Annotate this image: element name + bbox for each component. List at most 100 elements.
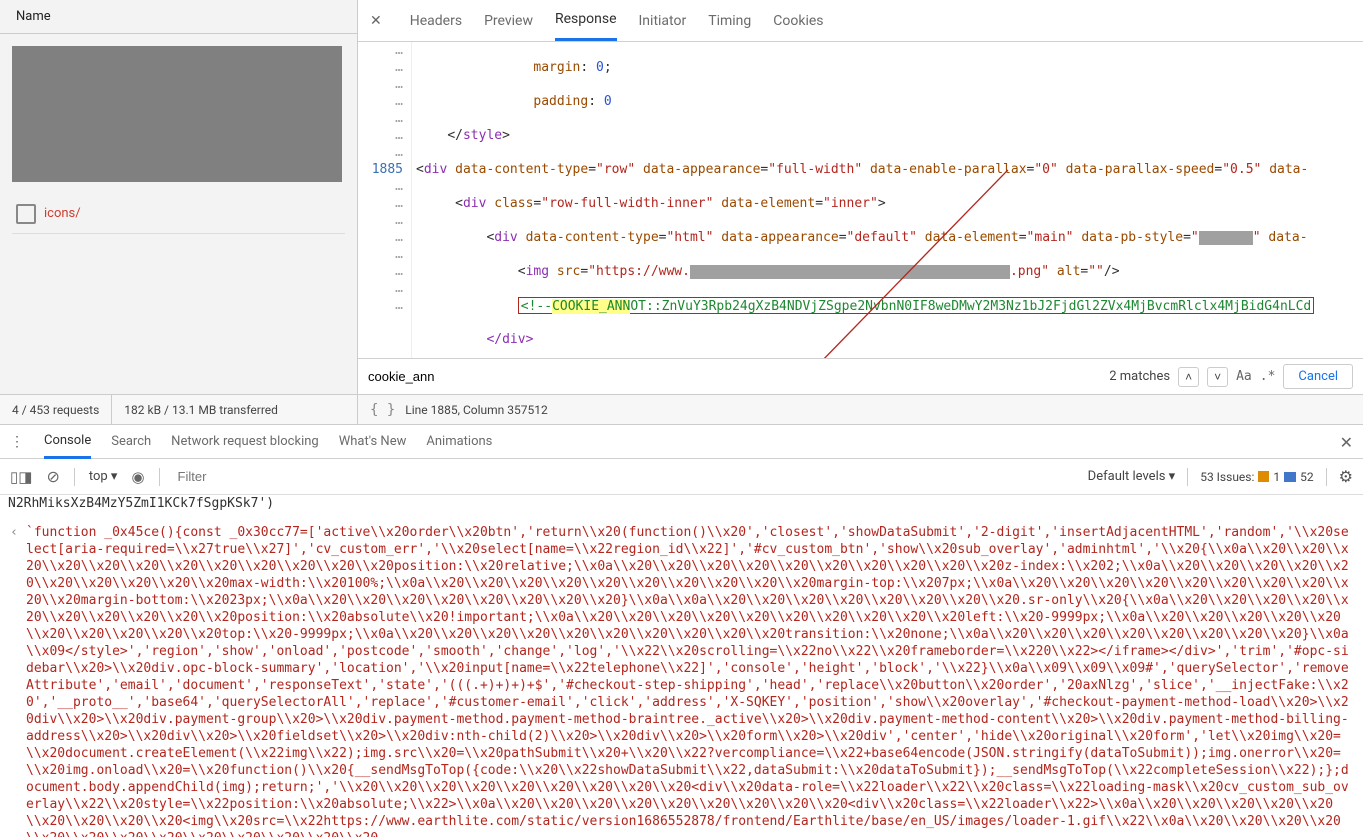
code-token: data-element (721, 196, 815, 211)
highlighted-cookie-comment: <!--COOKIE_ANNOT::ZnVuY3Rpb24gXzB4NDVjZS… (518, 297, 1315, 314)
levels-label: Default levels (1088, 469, 1166, 484)
search-next-button[interactable]: ˅ (1207, 367, 1228, 387)
code-token: class (494, 196, 533, 211)
tab-initiator[interactable]: Initiator (639, 2, 687, 40)
drawer-tab-whatsnew[interactable]: What's New (339, 426, 407, 457)
code-token: data-pb-style (1081, 230, 1183, 245)
console-error-text: `function _0x45ce(){const _0x30cc77=['ac… (26, 524, 1355, 837)
code-token: < (416, 162, 424, 177)
response-code-view[interactable]: …………………1885…………………… margin: 0; padding: … (358, 42, 1363, 358)
log-levels-selector[interactable]: Default levels ▾ (1088, 469, 1176, 484)
search-matches: 2 matches (1109, 369, 1170, 384)
sidebar-toggle-icon[interactable]: ▯◨ (10, 468, 32, 486)
drawer-tab-console[interactable]: Console (44, 425, 91, 459)
code-token: alt (1057, 264, 1080, 279)
code-token: data-appearance (721, 230, 838, 245)
gear-icon[interactable]: ⚙ (1339, 467, 1353, 486)
code-token: data-content-type (526, 230, 659, 245)
info-badge-icon (1284, 472, 1296, 482)
tab-cookies[interactable]: Cookies (773, 2, 823, 40)
response-status-bar: { } Line 1885, Column 357512 (358, 394, 1363, 424)
response-search-bar: 2 matches ˄ ˅ Aa .* Cancel (358, 358, 1363, 394)
code-token: "" (1088, 264, 1104, 279)
cancel-button[interactable]: Cancel (1283, 364, 1353, 389)
code-token: data- (1268, 230, 1307, 245)
issues-err-count: 1 (1273, 470, 1280, 484)
code-token: > (502, 128, 510, 143)
drawer-tab-search[interactable]: Search (111, 426, 151, 457)
redacted-block (690, 265, 1010, 279)
code-token: data-element (925, 230, 1019, 245)
separator (74, 468, 75, 486)
code-token: "0.5" (1222, 162, 1261, 177)
tab-timing[interactable]: Timing (708, 2, 751, 40)
request-preview-thumbnail[interactable] (12, 46, 342, 182)
request-list-body: icons/ (0, 34, 357, 394)
console-output[interactable]: N2RhMiksXzB4MzY5ZmI1KCk7fSgpKSk7') ‹ `fu… (0, 495, 1363, 837)
code-token: style (463, 128, 502, 143)
issues-counter[interactable]: 53 Issues: 1 52 (1200, 470, 1313, 484)
separator (159, 468, 160, 486)
search-input[interactable] (358, 363, 1109, 390)
code-token: data-content-type (455, 162, 588, 177)
regex-toggle[interactable]: .* (1260, 369, 1276, 384)
status-transfer: 182 kB / 13.1 MB transferred (112, 395, 290, 424)
code-token: </ (447, 128, 463, 143)
code-token: 0 (596, 60, 604, 75)
context-selector[interactable]: top ▾ (89, 469, 118, 484)
code-token: img (526, 264, 549, 279)
code-token: 0 (604, 94, 612, 109)
console-drawer: ⋮ Console Search Network request blockin… (0, 425, 1363, 837)
drawer-tabs: ⋮ Console Search Network request blockin… (0, 425, 1363, 459)
code-token: padding (533, 94, 588, 109)
search-prev-button[interactable]: ˄ (1178, 367, 1199, 387)
search-match: COOKIE_ANN (552, 299, 630, 314)
context-label: top (89, 469, 108, 484)
checkbox-icon[interactable] (16, 204, 36, 224)
code-token: div (424, 162, 447, 177)
code-token: "inner" (823, 196, 878, 211)
response-panel: ✕ Headers Preview Response Initiator Tim… (358, 0, 1363, 424)
line-gutter: …………………1885…………………… (358, 42, 412, 358)
issues-label: 53 Issues: (1200, 470, 1254, 484)
console-line-clipped: N2RhMiksXzB4MzY5ZmI1KCk7fSgpKSk7') (8, 495, 1355, 512)
more-icon[interactable]: ⋮ (10, 434, 24, 450)
code-token: OT::ZnVuY3Rpb24gXzB4NDVjZSgpe2NvbnN0IF8w… (630, 299, 1311, 314)
separator (1326, 468, 1327, 486)
drawer-tab-network-blocking[interactable]: Network request blocking (171, 426, 319, 457)
list-header-name[interactable]: Name (0, 0, 357, 34)
code-token: .png" (1010, 264, 1049, 279)
match-case-toggle[interactable]: Aa (1236, 369, 1252, 384)
code-token: "main" (1027, 230, 1074, 245)
redacted-block (1199, 231, 1253, 245)
live-expression-icon[interactable]: ◉ (131, 468, 144, 486)
code-token: data-appearance (643, 162, 760, 177)
close-icon[interactable]: ✕ (370, 13, 388, 29)
code-token: data- (1269, 162, 1308, 177)
status-requests: 4 / 453 requests (0, 395, 112, 424)
error-badge-icon (1258, 471, 1269, 482)
drawer-tab-animations[interactable]: Animations (426, 426, 492, 457)
network-status-bar: 4 / 453 requests 182 kB / 13.1 MB transf… (0, 394, 357, 424)
code-token: <!-- (521, 299, 552, 314)
code-token: "https://www. (588, 264, 690, 279)
console-filter-input[interactable] (174, 465, 1074, 488)
request-row-icons[interactable]: icons/ (12, 194, 345, 234)
cursor-location: Line 1885, Column 357512 (405, 403, 547, 417)
tab-response[interactable]: Response (555, 0, 617, 41)
console-error-block: ‹ `function _0x45ce(){const _0x30cc77=['… (8, 524, 1355, 837)
code-token: div (494, 230, 517, 245)
issues-info-count: 52 (1300, 470, 1314, 484)
tab-headers[interactable]: Headers (410, 2, 462, 40)
code-lines[interactable]: margin: 0; padding: 0 </style> <div data… (412, 42, 1363, 358)
clear-console-icon[interactable]: ⊘ (46, 467, 59, 486)
code-token: data-enable-parallax (870, 162, 1027, 177)
tab-preview[interactable]: Preview (484, 2, 533, 40)
drawer-close-icon[interactable]: ✕ (1340, 433, 1353, 452)
expand-chevron-icon[interactable]: ‹ (8, 524, 20, 837)
pretty-print-icon[interactable]: { } (370, 402, 395, 418)
request-name-label: icons/ (44, 206, 81, 221)
code-token: "full-width" (768, 162, 862, 177)
code-token: src (557, 264, 580, 279)
code-token: data-parallax-speed (1066, 162, 1215, 177)
